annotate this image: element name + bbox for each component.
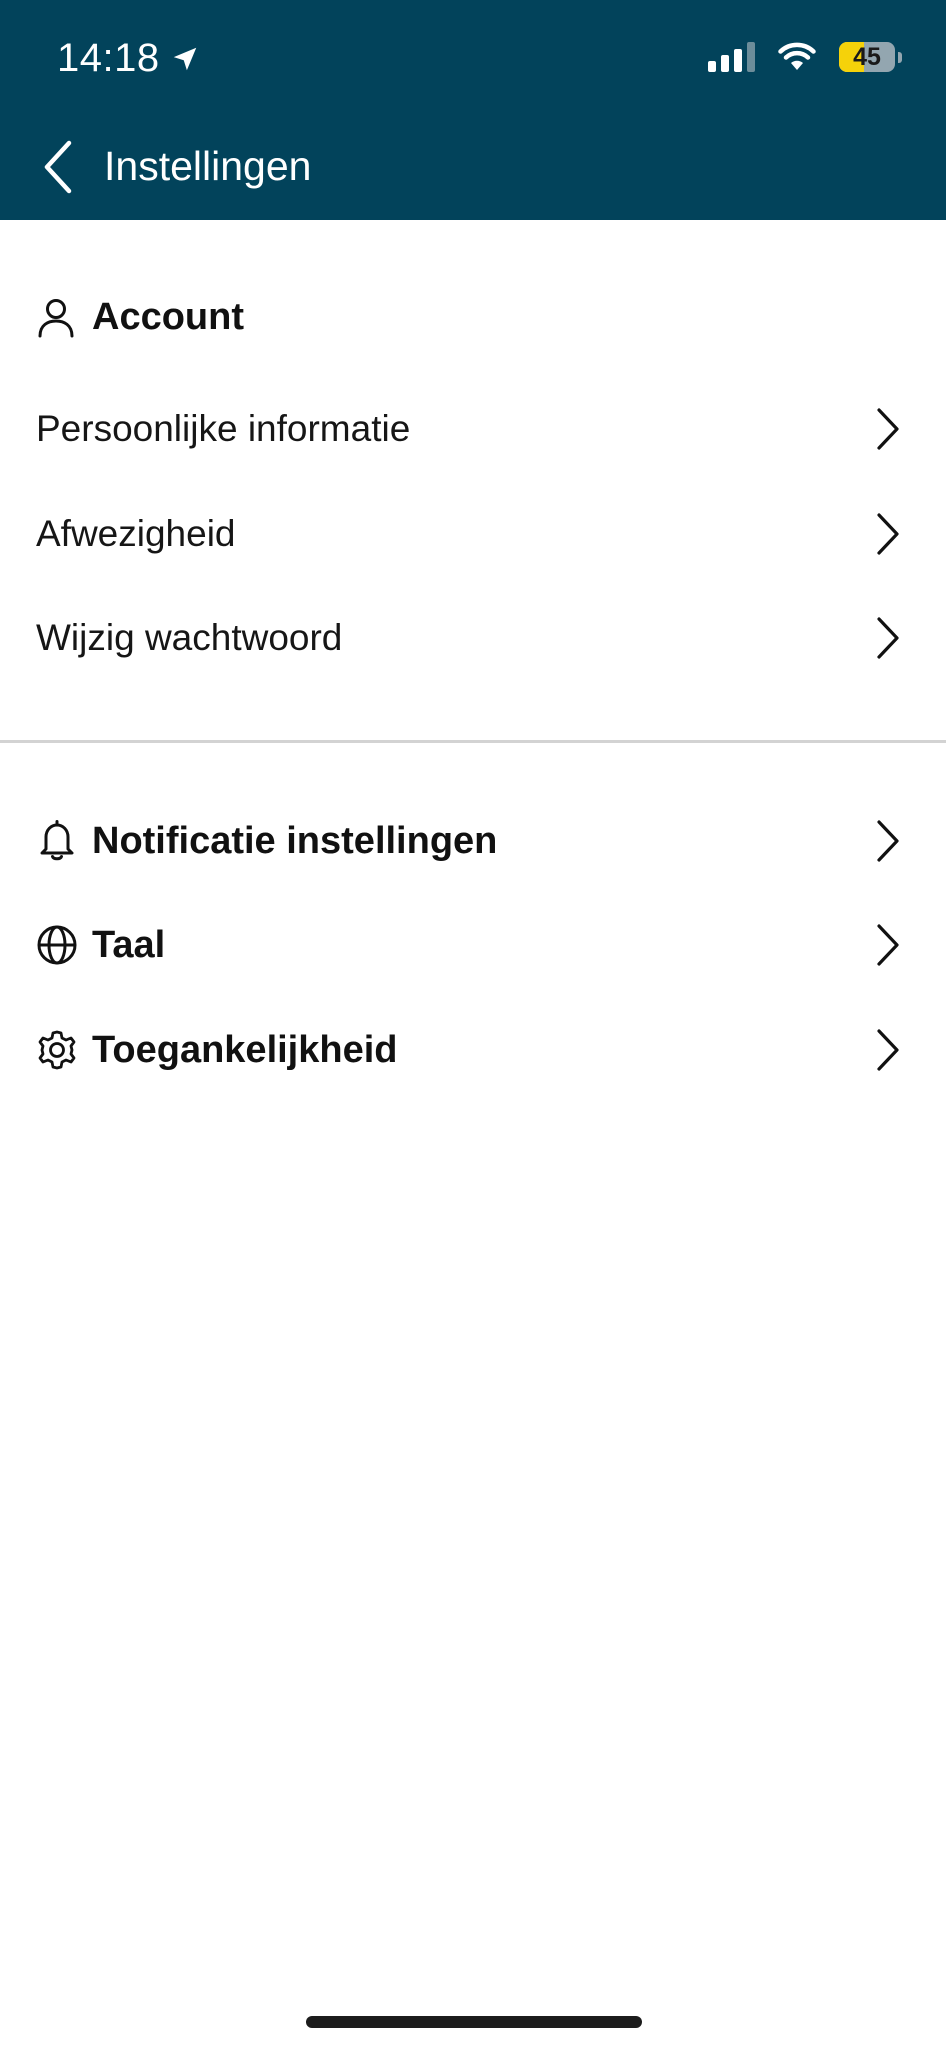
location-arrow-icon [173,47,196,70]
menu-item-label: Notificatie instellingen [92,819,498,862]
person-icon [36,298,76,338]
section-divider [0,740,946,743]
wifi-icon [778,42,816,70]
page-title: Instellingen [104,143,312,189]
home-indicator[interactable] [306,2016,642,2028]
menu-item-label: Toegankelijkheid [92,1028,398,1071]
battery-tip [898,51,902,63]
gear-icon [36,1029,78,1071]
battery-percent: 45 [853,42,881,71]
signal-bars-icon [708,42,755,72]
app-header: 14:18 45 Instellingen [0,0,946,220]
chevron-right-icon [870,1025,906,1075]
menu-item-label: Taal [92,923,166,966]
menu-item-notificatie-instellingen[interactable]: Notificatie instellingen [0,801,946,881]
chevron-right-icon [870,404,906,454]
bell-icon [36,820,78,862]
chevron-right-icon [870,613,906,663]
menu-item-wijzig-wachtwoord[interactable]: Wijzig wachtwoord [0,598,946,678]
chevron-left-icon [44,140,72,194]
battery-icon: 45 [839,42,895,72]
menu-item-label: Wijzig wachtwoord [36,617,343,658]
status-indicators: 45 [708,42,902,72]
back-button[interactable] [38,138,78,196]
chevron-right-icon [870,816,906,866]
menu-item-toegankelijkheid[interactable]: Toegankelijkheid [0,1010,946,1090]
status-time-group: 14:18 [57,36,200,81]
menu-item-taal[interactable]: Taal [0,905,946,985]
chevron-right-icon [870,920,906,970]
menu-item-label: Afwezigheid [36,513,236,554]
chevron-right-icon [870,509,906,559]
menu-item-label: Persoonlijke informatie [36,408,411,449]
globe-icon [36,924,78,966]
account-section-title: Account [92,296,244,338]
account-section-header: Account [36,296,244,339]
status-time: 14:18 [57,36,160,80]
menu-item-afwezigheid[interactable]: Afwezigheid [0,494,946,574]
menu-item-persoonlijke-informatie[interactable]: Persoonlijke informatie [0,389,946,469]
